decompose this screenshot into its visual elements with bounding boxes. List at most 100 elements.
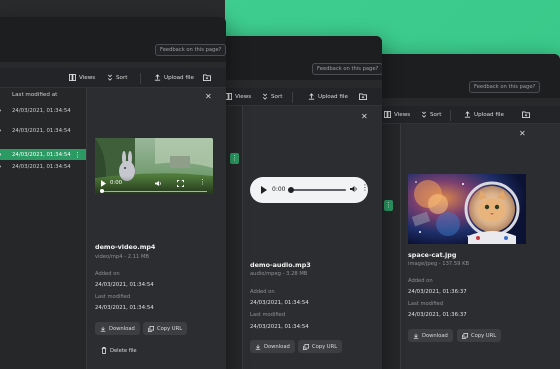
row-options-button[interactable]: ⋮ xyxy=(230,153,239,164)
list-item[interactable]: ⇥ 24/03/2021, 01:34:54 xyxy=(0,105,86,116)
close-icon[interactable]: ✕ xyxy=(205,92,212,101)
progress-thumb[interactable] xyxy=(100,189,104,193)
volume-icon[interactable] xyxy=(155,180,162,187)
download-icon xyxy=(255,344,261,350)
toolbar: Views Sort Upload file xyxy=(0,68,226,88)
copy-url-label: Copy URL xyxy=(157,325,183,332)
player-time: 0:00 xyxy=(110,180,123,186)
download-button[interactable]: Download xyxy=(95,322,140,335)
upload-label: Upload file xyxy=(164,74,194,81)
sort-icon xyxy=(262,93,268,100)
row-arrow-icon: ⇥ xyxy=(0,128,1,134)
row-arrow-icon: ⇥ xyxy=(0,164,1,170)
added-on-value: 24/03/2021, 01:36:37 xyxy=(408,289,467,295)
copy-url-label: Copy URL xyxy=(312,343,338,350)
views-label: Views xyxy=(235,93,252,100)
play-icon[interactable] xyxy=(101,180,106,187)
close-icon[interactable]: ✕ xyxy=(519,129,526,138)
upload-icon xyxy=(308,93,315,100)
image-preview xyxy=(408,174,526,244)
copy-url-button[interactable]: Copy URL xyxy=(143,322,188,335)
upload-file-button[interactable]: Upload file xyxy=(464,111,504,118)
sort-icon xyxy=(107,74,113,81)
upload-file-button[interactable]: Upload file xyxy=(154,74,194,81)
feedback-button[interactable]: Feedback on this page? xyxy=(312,63,382,75)
copy-url-button[interactable]: Copy URL xyxy=(298,340,343,353)
upload-icon xyxy=(154,74,161,81)
download-icon xyxy=(100,326,106,332)
more-icon[interactable]: ⋮ xyxy=(199,178,206,186)
grid-icon xyxy=(225,93,232,100)
close-icon[interactable]: ✕ xyxy=(361,112,368,121)
file-name: space-cat.jpg xyxy=(408,251,457,259)
row-options-button[interactable]: ⋮ xyxy=(384,200,393,211)
file-list: Last modified at ⇥ 24/03/2021, 01:34:54 … xyxy=(0,88,86,369)
folder-plus-icon xyxy=(359,93,367,100)
row-date: 24/03/2021, 01:34:54 xyxy=(12,127,71,134)
download-button[interactable]: Download xyxy=(408,329,453,342)
views-label: Views xyxy=(79,74,96,81)
folder-plus-icon xyxy=(203,74,211,81)
detail-panel: ✕ 0:00 ⋮ demo-video.mp4 video/mp4 - 2.11… xyxy=(86,88,226,369)
feedback-button[interactable]: Feedback on this page? xyxy=(155,44,226,56)
delete-file-button[interactable]: Delete file xyxy=(101,347,137,354)
row-options-icon[interactable]: ⋮ xyxy=(74,151,81,159)
list-item[interactable]: ⇥ 24/03/2021, 01:34:54 xyxy=(0,161,86,172)
column-header-last-modified[interactable]: Last modified at xyxy=(12,92,57,98)
toolbar-separator xyxy=(450,110,451,121)
file-meta: audio/mpeg - 3.28 MB xyxy=(250,271,308,277)
volume-icon[interactable] xyxy=(350,185,358,193)
upload-file-button[interactable]: Upload file xyxy=(308,93,348,100)
player-time: 0:00 xyxy=(272,186,286,193)
copy-icon xyxy=(462,332,468,339)
progress-track[interactable] xyxy=(101,191,207,192)
row-arrow-icon: ⇥ xyxy=(0,108,1,114)
sort-label: Sort xyxy=(430,111,442,118)
sort-button[interactable]: Sort xyxy=(421,111,441,118)
download-button[interactable]: Download xyxy=(250,340,295,353)
download-label: Download xyxy=(422,332,448,339)
views-label: Views xyxy=(394,111,411,118)
row-arrow-icon: ⇥ xyxy=(0,152,1,158)
row-date: 24/03/2021, 01:34:54 xyxy=(12,151,71,158)
new-folder-button[interactable] xyxy=(359,93,367,100)
folder-plus-icon xyxy=(522,111,530,118)
file-name: demo-video.mp4 xyxy=(95,243,156,251)
new-folder-button[interactable] xyxy=(203,74,211,81)
grid-icon xyxy=(69,74,76,81)
detail-panel: ✕ 0:00 ⋮ demo-audio.mp3 audio/mpeg - 3.2… xyxy=(242,106,382,369)
sort-label: Sort xyxy=(271,93,283,100)
progress-track[interactable] xyxy=(290,189,346,191)
detail-panel: ✕ space-cat.jpg image/jpeg - 137.59 KB A… xyxy=(400,124,560,369)
progress-thumb[interactable] xyxy=(288,187,294,193)
views-button[interactable]: Views xyxy=(225,93,251,100)
feedback-button[interactable]: Feedback on this page? xyxy=(469,81,541,93)
audio-player[interactable]: 0:00 ⋮ xyxy=(250,177,369,203)
video-player[interactable]: 0:00 ⋮ xyxy=(95,138,213,194)
sort-button[interactable]: Sort xyxy=(107,74,127,81)
upload-icon xyxy=(464,111,471,118)
views-button[interactable]: Views xyxy=(384,111,410,118)
trash-icon xyxy=(101,347,107,354)
last-modified-label: Last modified xyxy=(408,301,444,307)
fullscreen-icon[interactable] xyxy=(177,180,184,187)
last-modified-label: Last modified xyxy=(95,294,131,300)
grid-icon xyxy=(384,111,391,118)
last-modified-value: 24/03/2021, 01:34:54 xyxy=(95,305,154,311)
row-date: 24/03/2021, 01:34:54 xyxy=(12,163,71,170)
added-on-label: Added on xyxy=(408,278,433,284)
sort-button[interactable]: Sort xyxy=(262,93,282,100)
more-icon[interactable]: ⋮ xyxy=(361,183,369,192)
copy-url-button[interactable]: Copy URL xyxy=(457,329,502,342)
new-folder-button[interactable] xyxy=(522,111,530,118)
toolbar-separator xyxy=(292,92,293,103)
list-item[interactable]: ⇥ 24/03/2021, 01:34:54 xyxy=(0,125,86,136)
list-item-selected[interactable]: ⇥ 24/03/2021, 01:34:54 ⋮ xyxy=(0,149,86,160)
play-icon[interactable] xyxy=(261,186,267,194)
toolbar-separator xyxy=(140,73,141,84)
views-button[interactable]: Views xyxy=(69,74,95,81)
added-on-label: Added on xyxy=(95,271,120,277)
file-name: demo-audio.mp3 xyxy=(250,261,311,269)
download-label: Download xyxy=(264,343,290,350)
download-icon xyxy=(413,333,419,339)
